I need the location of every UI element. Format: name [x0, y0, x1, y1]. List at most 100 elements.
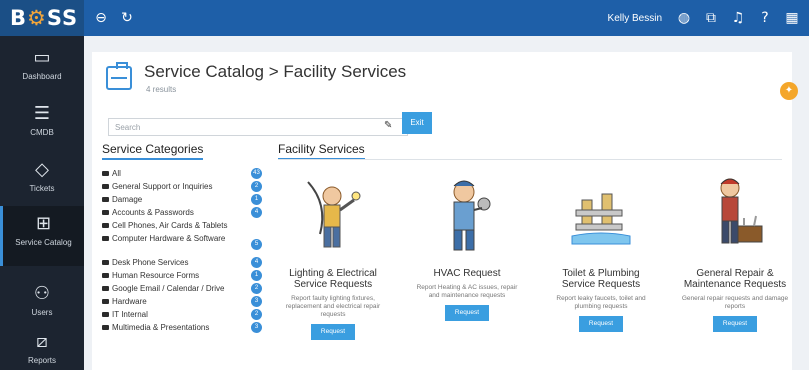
count-badge: 3: [251, 296, 262, 307]
globe-icon[interactable]: ◍: [675, 9, 693, 27]
count-badge: 2: [251, 181, 262, 192]
category-item[interactable]: Desk Phone Services 4: [102, 257, 262, 270]
favorite-icon[interactable]: ✦: [780, 82, 798, 100]
sidebar-item-users[interactable]: ⚇ Users: [0, 283, 84, 318]
refresh-icon[interactable]: ↻: [118, 9, 136, 27]
service-description: General repair requests and damage repor…: [681, 295, 789, 310]
folder-icon: [102, 299, 109, 304]
count-badge: 3: [251, 322, 262, 333]
folder-icon: [102, 236, 109, 241]
count-badge: 4: [251, 257, 262, 268]
chat-icon[interactable]: ⧉: [702, 9, 720, 27]
category-label: Google Email / Calendar / Drive: [112, 284, 225, 293]
search-input[interactable]: Search: [108, 118, 408, 136]
category-item[interactable]: Hardware 3: [102, 296, 262, 309]
service-title: General Repair & Maintenance Requests: [683, 268, 787, 290]
request-button[interactable]: Request: [445, 305, 489, 321]
category-label: Human Resource Forms: [112, 271, 200, 280]
sidebar-item-cmdb[interactable]: ☰ CMDB: [0, 103, 84, 138]
category-label: All: [112, 169, 121, 178]
category-item[interactable]: All 43: [102, 168, 262, 181]
category-item[interactable]: Google Email / Calendar / Drive 2: [102, 283, 262, 296]
sidebar: ▭ Dashboard ☰ CMDB ◇ Tickets ⊞ Service C…: [0, 36, 84, 370]
folder-icon: [102, 312, 109, 317]
request-button[interactable]: Request: [579, 316, 623, 332]
briefcase-icon: ⊞: [35, 213, 52, 234]
category-list: All 43 General Support or Inquiries 2 Dama…: [102, 168, 262, 335]
count-badge: 5: [251, 239, 262, 250]
bell-icon[interactable]: ♫: [729, 9, 747, 27]
chart-icon: ⧄: [36, 331, 48, 352]
sidebar-item-label: Service Catalog: [15, 238, 72, 247]
clear-search-icon[interactable]: ✎: [384, 120, 396, 132]
request-button[interactable]: Request: [713, 316, 757, 332]
category-label: Computer Hardware & Software: [112, 234, 226, 243]
monitor-icon: ▭: [33, 47, 51, 68]
category-item[interactable]: General Support or Inquiries 2: [102, 181, 262, 194]
category-item[interactable]: Computer Hardware & Software 5: [102, 233, 262, 257]
service-card-lighting: Lighting & Electrical Service Requests R…: [278, 174, 388, 340]
apps-icon[interactable]: ▦: [783, 9, 801, 27]
help-icon[interactable]: ?: [756, 9, 774, 27]
users-icon: ⚇: [33, 283, 51, 304]
catalog-panel: Search ✎ Exit Service Categories Facilit…: [92, 108, 792, 370]
back-icon[interactable]: ⊖: [92, 9, 110, 27]
count-badge: 4: [251, 207, 262, 218]
facility-title: Facility Services: [278, 142, 365, 160]
service-description: Report Heating & AC issues, repair and m…: [416, 284, 518, 299]
sidebar-item-tickets[interactable]: ◇ Tickets: [0, 160, 84, 194]
main-content: Service Catalog > Facility Services 4 re…: [84, 36, 809, 370]
count-badge: 1: [251, 270, 262, 281]
top-bar: B⚙SS ⊖ ↻ Kelly Bessin ◍ ⧉ ♫ ? ▦: [0, 0, 809, 36]
folder-icon: [102, 286, 109, 291]
service-card-plumbing: Toilet & Plumbing Service Requests Repor…: [546, 174, 656, 332]
category-label: Multimedia & Presentations: [112, 323, 210, 332]
folder-icon: [102, 210, 109, 215]
user-name[interactable]: Kelly Bessin: [608, 13, 662, 24]
folder-icon: [102, 171, 109, 176]
boss-logo[interactable]: B⚙SS: [0, 0, 84, 36]
category-item[interactable]: Human Resource Forms 1: [102, 270, 262, 283]
sidebar-item-reports[interactable]: ⧄ Reports: [0, 331, 84, 366]
sidebar-item-label: Reports: [27, 356, 56, 365]
service-title: HVAC Request: [433, 268, 501, 279]
category-item[interactable]: Cell Phones, Air Cards & Tablets: [102, 220, 262, 233]
repairman-illustration: [700, 174, 770, 258]
folder-icon: [102, 197, 109, 202]
count-badge: 43: [251, 168, 262, 179]
sidebar-item-label: Tickets: [29, 184, 55, 193]
count-badge: 1: [251, 194, 262, 205]
page-title: Service Catalog > Facility Services: [144, 62, 407, 81]
category-label: Cell Phones, Air Cards & Tablets: [112, 221, 228, 230]
service-title: Lighting & Electrical Service Requests: [289, 268, 377, 290]
result-count: 4 results: [146, 85, 177, 94]
sidebar-item-label: CMDB: [30, 128, 54, 137]
folder-icon: [102, 325, 109, 330]
category-label: Desk Phone Services: [112, 258, 189, 267]
sidebar-item-label: Users: [31, 308, 53, 317]
sidebar-item-dashboard[interactable]: ▭ Dashboard: [0, 47, 84, 82]
service-card-general-repair: General Repair & Maintenance Requests Ge…: [680, 174, 790, 332]
service-description: Report faulty lighting fixtures, replace…: [285, 295, 381, 318]
folder-icon: [102, 184, 109, 189]
category-item[interactable]: Damage 1: [102, 194, 262, 207]
sidebar-item-label: Dashboard: [22, 72, 62, 81]
page-header: Service Catalog > Facility Services 4 re…: [92, 52, 798, 108]
category-item[interactable]: Multimedia & Presentations 3: [102, 322, 262, 335]
hvac-technician-illustration: [432, 174, 502, 258]
category-item[interactable]: Accounts & Passwords 4: [102, 207, 262, 220]
exit-button[interactable]: Exit: [402, 112, 432, 134]
folder-icon: [102, 273, 109, 278]
count-badge: 2: [251, 309, 262, 320]
request-button[interactable]: Request: [311, 324, 355, 340]
category-item[interactable]: IT Internal 2: [102, 309, 262, 322]
folder-icon: [102, 260, 109, 265]
sidebar-item-service-catalog[interactable]: ⊞ Service Catalog: [0, 206, 84, 266]
database-icon: ☰: [33, 103, 51, 124]
divider: [278, 159, 782, 160]
category-label: Accounts & Passwords: [112, 208, 194, 217]
plumbing-illustration: [566, 174, 636, 258]
categories-title: Service Categories: [102, 142, 204, 160]
briefcase-icon: [106, 62, 132, 90]
service-description: Report leaky faucets, toilet and plumbin…: [556, 295, 646, 310]
